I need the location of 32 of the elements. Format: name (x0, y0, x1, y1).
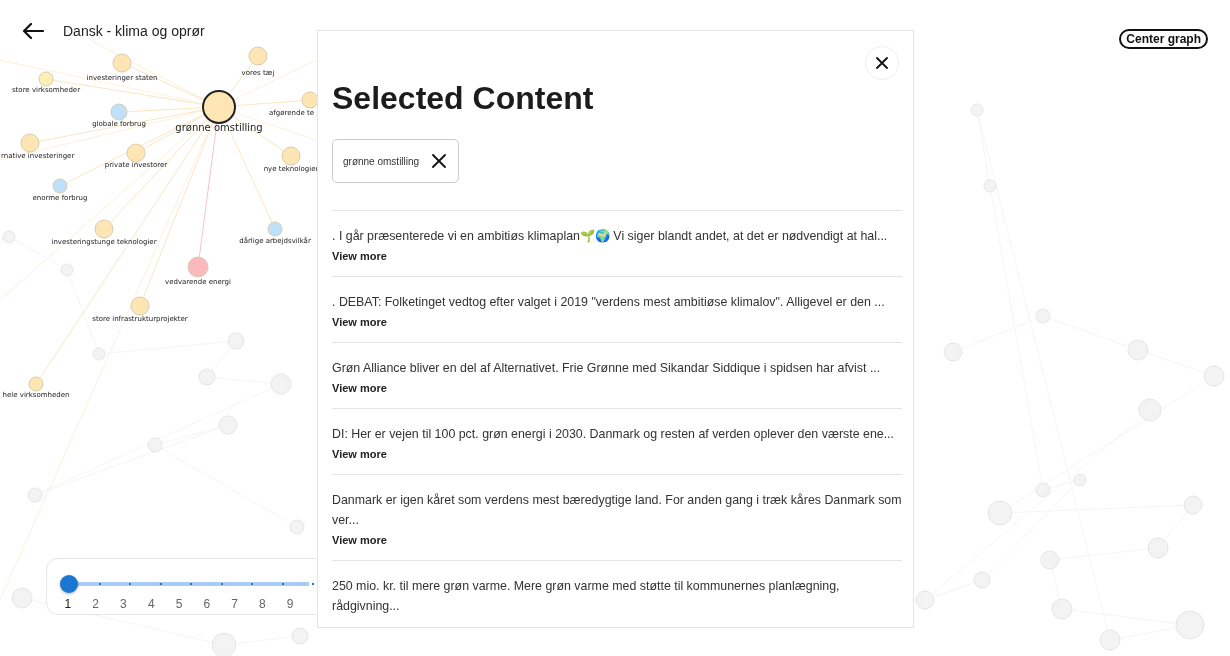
view-more-link[interactable]: View more (332, 250, 387, 262)
graph-title: Dansk - klima og oprør (63, 23, 205, 39)
post-excerpt: Grøn Alliance bliver en del af Alternativet. Frie Grønne med Sikandar Siddique i spidsen har afvist ... (332, 360, 882, 377)
chip-label: grønne omstilling (343, 155, 420, 167)
tick-label[interactable]: 2 (81, 597, 110, 611)
slider-thumb[interactable] (60, 575, 78, 593)
post-excerpt: 250 mio. kr. til mere grøn varme. Mere grøn varme med støtte til kommunernes planlægning, rådgivning... (332, 578, 841, 615)
post-excerpt: Danmark er igen kåret som verdens mest bæredygtige land. For anden gang i træk kåres Danmark som ver... (332, 492, 902, 529)
post-excerpt: . I går præsenterede vi en ambitiøs klimaplan🌱🌍 Vi siger blandt andet, at det er nødvendigt at hal... (332, 228, 889, 245)
filter-chip[interactable]: grønne omstilling (332, 139, 460, 183)
tick-label[interactable]: 8 (248, 597, 277, 611)
back-arrow-icon[interactable] (22, 22, 44, 40)
close-button[interactable] (865, 46, 899, 80)
post-excerpt: . DEBAT: Folketinget vedtog efter valget i 2019 "verdens mest ambitiøse klimalov". Alligevel er den ... (332, 294, 886, 311)
node-label: grønne omstilling (175, 122, 263, 133)
tick-label[interactable]: 5 (165, 597, 193, 611)
center-graph-button[interactable]: Center graph (1119, 29, 1208, 49)
tick-label[interactable]: 9 (276, 597, 304, 611)
post-excerpt: DI: Her er vejen til 100 pct. grøn energi i 2030. Danmark og resten af verden oplever den værste ene... (332, 426, 895, 443)
view-more-link[interactable]: View more (332, 382, 387, 394)
view-more-link[interactable]: View more (332, 534, 387, 546)
tick-label[interactable]: 4 (137, 597, 166, 611)
tick-label[interactable]: 7 (220, 597, 249, 611)
tick-label[interactable]: 3 (109, 597, 138, 611)
view-more-link[interactable]: View more (332, 448, 387, 460)
tick-label[interactable]: 1 (54, 597, 82, 611)
view-more-link[interactable]: View more (332, 316, 387, 328)
remove-icon[interactable] (432, 154, 447, 168)
close-icon (876, 57, 888, 69)
graph-node[interactable] (202, 90, 236, 124)
tick-label[interactable]: 6 (192, 597, 221, 611)
panel-title: Selected Content (332, 79, 595, 117)
